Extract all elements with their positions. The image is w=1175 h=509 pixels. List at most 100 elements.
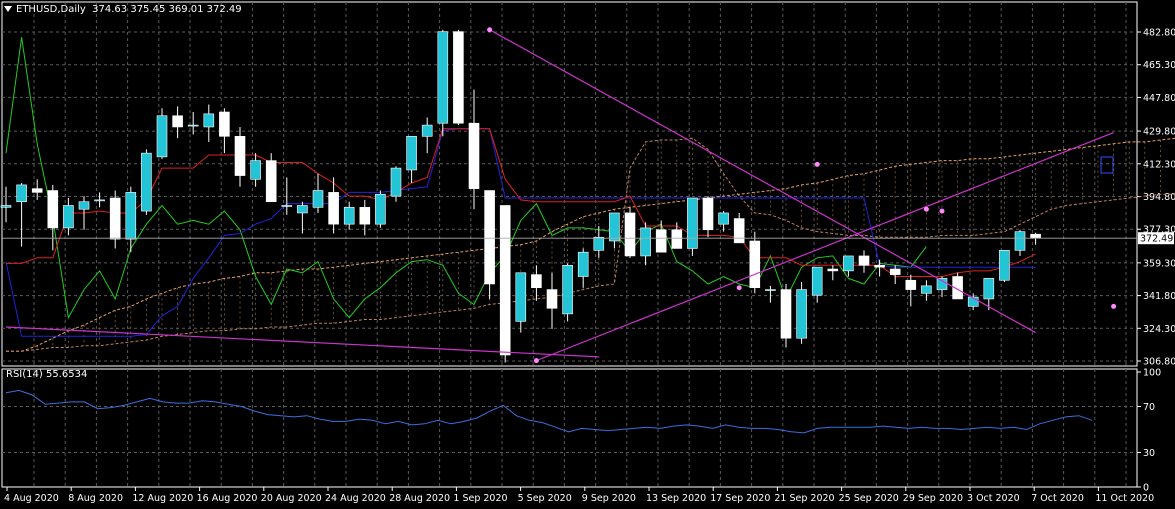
senkou-span-a (6, 137, 1175, 352)
senkou-span-b (6, 137, 1175, 352)
candle-body (468, 122, 480, 189)
candle-body (609, 212, 620, 242)
candle-body (234, 136, 246, 176)
rsi-line (5, 389, 1093, 434)
candle-body (437, 31, 449, 124)
rsi-tick-label: 70 (1143, 402, 1155, 413)
rsi-tick-label: 100 (1143, 368, 1161, 379)
time-tick-label: 3 Oct 2020 (967, 493, 1020, 504)
time-tick-label: 13 Sep 2020 (646, 493, 706, 504)
candle-body (702, 197, 714, 231)
price-tick-label: 465.30 (1143, 60, 1175, 71)
candle-body (655, 229, 667, 253)
candle-body (827, 268, 839, 272)
time-tick-label: 7 Oct 2020 (1031, 493, 1084, 504)
candle-body (780, 289, 792, 339)
current-price-label: 372.49 (1140, 234, 1173, 245)
dropdown-triangle-icon[interactable] (4, 6, 12, 12)
candle-body (31, 188, 43, 193)
candle-body (531, 274, 542, 289)
candle-body (889, 268, 901, 275)
time-tick-label: 25 Sep 2020 (839, 493, 899, 504)
candle-body (375, 193, 386, 225)
price-tick-label: 482.80 (1143, 28, 1175, 39)
trend-anchor-point (487, 27, 493, 33)
candle-body (125, 192, 137, 240)
candle-body (484, 190, 495, 285)
rsi-label: RSI(14) 55.6534 (6, 369, 88, 380)
candle-body (281, 205, 293, 207)
candle-body (718, 212, 729, 225)
candle-body (905, 279, 917, 290)
ohlc-values: 374.63 375.45 369.01 372.49 (92, 4, 242, 15)
candle-body (250, 160, 261, 180)
price-tick-label: 324.30 (1143, 324, 1175, 335)
trend-anchor-point (814, 161, 820, 167)
trend-anchor-point (1111, 303, 1117, 309)
trend-anchor-point (923, 206, 929, 212)
rsi-tick-label: 30 (1143, 448, 1155, 459)
candle-body (499, 205, 511, 356)
candle-body (1030, 233, 1041, 239)
candle-body (312, 190, 324, 208)
chart-canvas: 482.80465.30447.80429.80412.30394.80377.… (0, 1, 1175, 504)
candle-body (343, 207, 355, 225)
time-tick-label: 21 Sep 2020 (774, 493, 834, 504)
candle-body (811, 266, 823, 296)
rsi-pane-frame (1, 368, 1138, 488)
time-tick-label: 28 Aug 2020 (389, 493, 450, 504)
candle-body (983, 278, 995, 300)
candle-body (109, 197, 121, 240)
candle-body (0, 205, 12, 208)
price-tick-label: 412.30 (1143, 159, 1175, 170)
candle-body (187, 124, 199, 127)
price-tick-label: 306.80 (1143, 357, 1175, 368)
candle-body (390, 167, 402, 197)
price-tick-label: 359.30 (1143, 258, 1175, 269)
candle-body (172, 115, 183, 128)
candle-body (515, 272, 527, 322)
candle-body (78, 201, 90, 210)
time-tick-label: 9 Sep 2020 (582, 493, 636, 504)
price-tick-label: 447.80 (1143, 93, 1175, 104)
candle-body (577, 251, 589, 277)
candle-body (265, 160, 277, 203)
candle-body (328, 192, 339, 225)
price-tick-label: 394.80 (1143, 192, 1175, 203)
candle-body (94, 199, 105, 202)
candle-body (921, 285, 932, 294)
candle-body (297, 205, 308, 214)
price-tick-label: 341.80 (1143, 291, 1175, 302)
trend-anchor-point (939, 208, 945, 214)
candle-body (156, 115, 168, 158)
candle-body (999, 250, 1010, 281)
candle-body (421, 124, 433, 137)
candle-body (359, 207, 371, 225)
time-tick-label: 29 Sep 2020 (903, 493, 963, 504)
trend-anchor-point (736, 285, 742, 291)
candle-body (63, 205, 74, 229)
candle-body (858, 255, 870, 266)
candle-body (141, 152, 152, 212)
time-tick-label: 20 Aug 2020 (261, 493, 322, 504)
candle-body (219, 111, 230, 137)
candle-body (453, 31, 464, 124)
candle-body (796, 289, 807, 339)
candle-body (593, 236, 605, 251)
candle-body (1014, 231, 1026, 251)
lock-icon (1100, 156, 1114, 174)
candle-body (843, 255, 854, 272)
time-tick-label: 12 Aug 2020 (132, 493, 193, 504)
candle-body (624, 212, 636, 257)
symbol-label: ETHUSD,Daily (16, 4, 86, 15)
time-tick-label: 24 Aug 2020 (325, 493, 386, 504)
candle-body (406, 136, 417, 171)
candle-body (733, 218, 745, 244)
candle-body (765, 289, 776, 291)
candle-body (640, 227, 651, 257)
candle-body (47, 190, 59, 229)
price-tick-label: 429.80 (1143, 127, 1175, 138)
chart-header: ETHUSD,Daily 374.63 375.45 369.01 372.49 (4, 4, 242, 15)
time-tick-label: 4 Aug 2020 (4, 493, 59, 504)
candle-body (546, 289, 558, 309)
